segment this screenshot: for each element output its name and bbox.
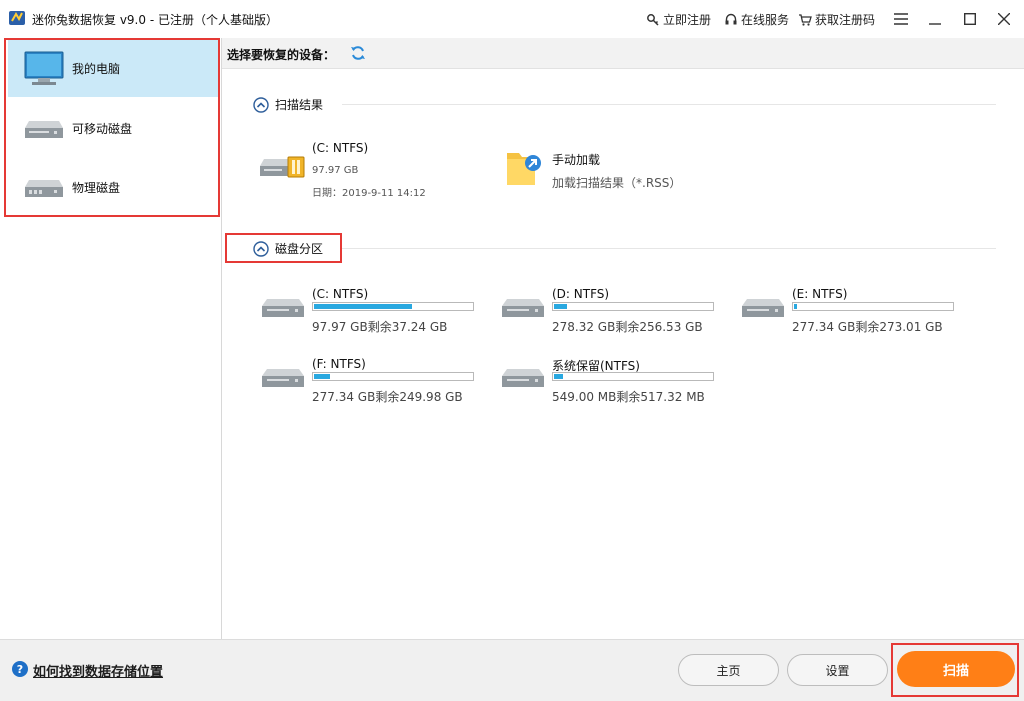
partition-usage-bar	[552, 302, 714, 311]
hard-drive-icon	[742, 299, 784, 317]
online-service-label: 在线服务	[741, 13, 790, 27]
partition-item[interactable]: (E: NTFS) 277.34 GB剩余273.01 GB	[742, 287, 972, 343]
maximize-button[interactable]	[957, 6, 983, 32]
register-now-link[interactable]: 立即注册	[646, 11, 711, 28]
minimize-button[interactable]	[922, 6, 948, 32]
help-icon[interactable]: ?	[12, 661, 28, 677]
scan-result-size: 97.97 GB	[312, 165, 359, 176]
partition-usage-fill	[314, 374, 330, 379]
help-link[interactable]: 如何找到数据存储位置	[33, 661, 163, 680]
scan-results-header[interactable]: 扫描结果	[253, 96, 323, 113]
partition-size: 277.34 GB剩余249.98 GB	[312, 390, 463, 404]
partition-usage-fill	[314, 304, 412, 309]
scan-button[interactable]: 扫描	[897, 651, 1015, 687]
partition-usage-fill	[554, 374, 563, 379]
partition-size: 549.00 MB剩余517.32 MB	[552, 390, 705, 404]
main-header	[222, 38, 1024, 69]
manual-load-desc: 加载扫描结果（*.RSS）	[552, 176, 682, 190]
partition-item[interactable]: (C: NTFS) 97.97 GB剩余37.24 GB	[262, 287, 492, 343]
home-button[interactable]: 主页	[678, 654, 779, 686]
refresh-icon	[351, 46, 365, 60]
partition-usage-bar	[312, 302, 474, 311]
partition-name: (E: NTFS)	[792, 287, 848, 301]
partition-size: 97.97 GB剩余37.24 GB	[312, 320, 448, 334]
partition-usage-fill	[794, 304, 797, 309]
partition-item[interactable]: (F: NTFS) 277.34 GB剩余249.98 GB	[262, 357, 492, 413]
settings-button[interactable]: 设置	[787, 654, 888, 686]
partitions-highlight-box	[225, 233, 342, 263]
partition-usage-bar	[312, 372, 474, 381]
key-icon	[647, 13, 659, 26]
partition-usage-bar	[552, 372, 714, 381]
partition-size: 277.34 GB剩余273.01 GB	[792, 320, 943, 334]
hard-drive-icon	[502, 299, 544, 317]
scan-results-title: 扫描结果	[275, 98, 324, 112]
maximize-icon	[964, 13, 976, 25]
partition-usage-bar	[792, 302, 954, 311]
menu-button[interactable]	[888, 6, 914, 32]
partition-item[interactable]: (D: NTFS) 278.32 GB剩余256.53 GB	[502, 287, 732, 343]
manual-load-item[interactable]: 手动加载 加载扫描结果（*.RSS）	[505, 145, 725, 195]
online-service-link[interactable]: 在线服务	[724, 11, 789, 28]
close-button[interactable]	[991, 6, 1017, 32]
sidebar-highlight-box	[4, 38, 220, 217]
cart-icon	[799, 13, 812, 26]
hard-drive-icon	[502, 369, 544, 387]
menu-icon	[894, 13, 908, 25]
scan-result-c[interactable]: (C: NTFS) 97.97 GB 日期：2019-9-11 14:12	[260, 141, 460, 201]
collapse-icon	[253, 96, 269, 113]
section-divider	[342, 104, 996, 105]
app-logo-icon	[8, 9, 26, 27]
scan-result-name: (C: NTFS)	[312, 141, 369, 155]
partition-item[interactable]: 系统保留(NTFS) 549.00 MB剩余517.32 MB	[502, 357, 732, 413]
section-divider	[342, 248, 996, 249]
partition-name: (C: NTFS)	[312, 287, 369, 301]
get-code-link[interactable]: 获取注册码	[798, 11, 875, 28]
folder-load-icon	[507, 153, 541, 185]
partition-usage-fill	[554, 304, 567, 309]
device-select-label: 选择要恢复的设备：	[227, 48, 336, 62]
manual-load-title: 手动加载	[552, 153, 601, 167]
hard-drive-icon	[262, 369, 304, 387]
minimize-icon	[929, 23, 941, 25]
partition-size: 278.32 GB剩余256.53 GB	[552, 320, 703, 334]
partition-name: (F: NTFS)	[312, 357, 366, 371]
hard-drive-icon	[262, 299, 304, 317]
drive-result-icon	[260, 156, 305, 178]
headset-icon	[725, 13, 737, 24]
get-code-label: 获取注册码	[815, 13, 876, 27]
refresh-button[interactable]	[350, 45, 366, 61]
scan-result-date: 日期：2019-9-11 14:12	[312, 188, 426, 199]
partition-name: (D: NTFS)	[552, 287, 610, 301]
close-icon	[998, 13, 1010, 25]
register-now-label: 立即注册	[663, 13, 712, 27]
app-title: 迷你兔数据恢复 v9.0 - 已注册（个人基础版）	[32, 13, 278, 27]
